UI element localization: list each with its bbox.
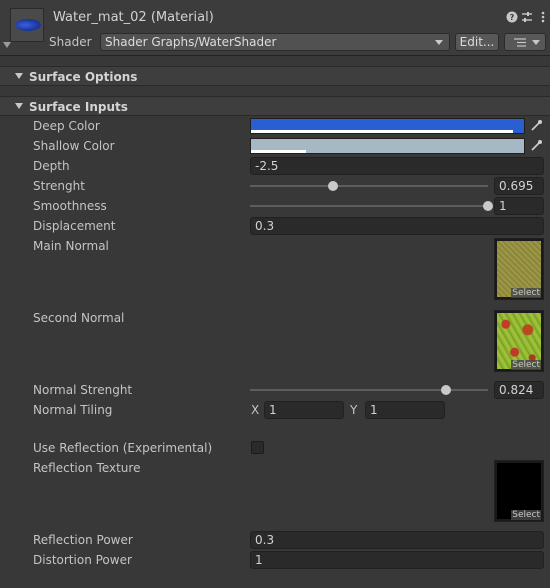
select-texture-button[interactable]: Select [511, 288, 541, 298]
distortion-power-input[interactable]: 1 [250, 551, 544, 569]
main-normal-label: Main Normal [33, 239, 109, 253]
color-picker-icon[interactable] [528, 138, 544, 154]
color-picker-icon[interactable] [528, 118, 544, 134]
normal-strenght-slider-track[interactable] [250, 389, 488, 391]
select-texture-button[interactable]: Select [511, 510, 541, 520]
strenght-input[interactable]: 0.695 [494, 177, 544, 195]
material-thumbnail-icon [10, 8, 44, 42]
use-reflection-label: Use Reflection (Experimental) [33, 441, 213, 455]
smoothness-slider-handle[interactable] [483, 201, 493, 211]
main-normal-texture-slot[interactable]: Select [494, 238, 544, 300]
foldout-arrow-icon [15, 73, 23, 79]
svg-text:?: ? [510, 13, 515, 22]
deep-color-alpha-bar [251, 130, 514, 133]
reflection-power-input[interactable]: 0.3 [250, 531, 544, 549]
shallow-color-label: Shallow Color [33, 139, 115, 153]
help-icon[interactable]: ? [505, 10, 519, 24]
normal-strenght-slider-handle[interactable] [441, 385, 452, 395]
surface-inputs-foldout[interactable]: Surface Inputs [0, 96, 550, 116]
tiling-y-input[interactable]: 1 [365, 401, 445, 419]
chevron-down-icon [532, 40, 540, 45]
section-title: Surface Options [29, 70, 138, 84]
use-reflection-checkbox[interactable] [251, 441, 264, 454]
smoothness-slider-track[interactable] [250, 205, 488, 207]
foldout-arrow-icon[interactable] [3, 42, 11, 48]
smoothness-label: Smoothness [33, 199, 107, 213]
shader-label: Shader [49, 35, 92, 49]
tiling-x-label: X [251, 403, 260, 417]
edit-shader-button[interactable]: Edit... [455, 33, 499, 51]
normal-strenght-input[interactable]: 0.824 [494, 381, 544, 399]
shallow-color-alpha-bar [251, 150, 306, 153]
material-header: Water_mat_02 (Material) ? Shader Shader … [0, 0, 550, 56]
preset-icon[interactable] [520, 10, 534, 24]
list-menu-icon [514, 38, 526, 47]
material-title: Water_mat_02 (Material) [53, 10, 214, 25]
smoothness-input[interactable]: 1 [494, 197, 544, 215]
displacement-input[interactable]: 0.3 [250, 217, 544, 235]
reflection-power-label: Reflection Power [33, 533, 133, 547]
chevron-down-icon [435, 40, 443, 45]
shader-menu-button[interactable] [504, 33, 546, 51]
shader-dropdown[interactable]: Shader Graphs/WaterShader [100, 33, 450, 51]
second-normal-texture-slot[interactable]: Select [494, 310, 544, 372]
tiling-x-input[interactable]: 1 [264, 401, 344, 419]
reflection-texture-slot[interactable]: Select [494, 460, 544, 522]
normal-tiling-label: Normal Tiling [33, 403, 113, 417]
section-title: Surface Inputs [29, 100, 128, 114]
depth-label: Depth [33, 159, 70, 173]
deep-color-swatch[interactable] [250, 118, 525, 134]
strenght-slider-handle[interactable] [328, 181, 339, 191]
surface-options-foldout[interactable]: Surface Options [0, 66, 550, 86]
foldout-arrow-icon [15, 103, 23, 109]
depth-input[interactable]: -2.5 [250, 157, 544, 175]
displacement-label: Displacement [33, 219, 116, 233]
strenght-slider-track[interactable] [250, 185, 488, 187]
select-texture-button[interactable]: Select [511, 360, 541, 370]
more-options-icon[interactable] [536, 10, 550, 24]
strenght-label: Strenght [33, 179, 85, 193]
shader-dropdown-value: Shader Graphs/WaterShader [105, 35, 277, 49]
reflection-texture-label: Reflection Texture [33, 461, 141, 475]
second-normal-label: Second Normal [33, 311, 125, 325]
tiling-y-label: Y [350, 403, 358, 417]
deep-color-label: Deep Color [33, 119, 100, 133]
shallow-color-swatch[interactable] [250, 138, 525, 154]
distortion-power-label: Distortion Power [33, 553, 132, 567]
normal-strenght-label: Normal Strenght [33, 383, 133, 397]
